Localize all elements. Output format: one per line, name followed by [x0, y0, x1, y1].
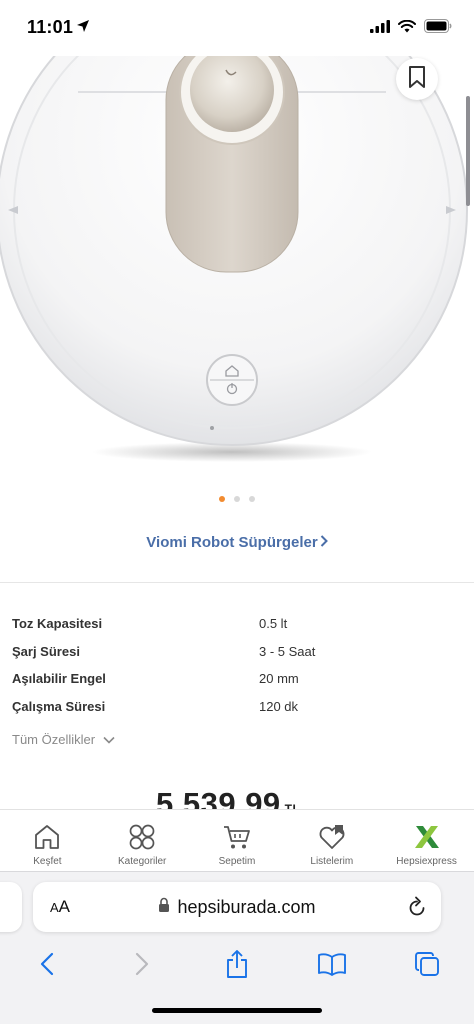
- chevron-down-icon: [103, 732, 115, 747]
- tabs-button[interactable]: [379, 946, 474, 986]
- share-button[interactable]: [190, 946, 285, 986]
- bookmark-button[interactable]: [396, 58, 438, 100]
- cart-icon: [222, 822, 252, 852]
- robot-vacuum-illustration: [0, 56, 468, 462]
- spec-row: Aşılabilir Engel 20 mm: [12, 665, 452, 693]
- wifi-icon: [398, 19, 416, 38]
- tab-label: Sepetim: [218, 856, 256, 867]
- book-icon: [317, 952, 347, 981]
- pagination-dot[interactable]: [249, 496, 255, 502]
- categories-icon: [127, 822, 157, 852]
- reload-icon[interactable]: [407, 896, 427, 923]
- spec-label: Toz Kapasitesi: [12, 616, 103, 632]
- share-icon: [225, 949, 249, 984]
- battery-icon: [424, 19, 452, 38]
- chevron-left-icon: [40, 952, 54, 981]
- tab-label: Listelerim: [310, 856, 354, 867]
- status-time: 11:01: [27, 17, 74, 37]
- pagination-dot-active[interactable]: [219, 496, 225, 502]
- spec-value: 3 - 5 Saat: [259, 643, 316, 659]
- spec-label: Çalışma Süresi: [12, 698, 106, 714]
- spec-row: Çalışma Süresi 120 dk: [12, 693, 452, 721]
- brand-link-label: Viomi Robot Süpürgeler: [146, 534, 318, 551]
- status-indicators: [370, 19, 452, 38]
- tab-kategoriler[interactable]: Kategoriler: [95, 810, 190, 871]
- spec-label: Şarj Süresi: [12, 643, 80, 659]
- tab-label: Kategoriler: [118, 856, 167, 867]
- previous-tab-preview[interactable]: [0, 882, 22, 932]
- product-image[interactable]: [0, 56, 474, 476]
- spec-value: 20 mm: [259, 671, 299, 687]
- url-display: hepsiburada.com: [33, 897, 441, 918]
- tab-label: Hepsiexpress: [396, 856, 457, 867]
- location-arrow-icon: [76, 19, 90, 38]
- spec-label: Aşılabilir Engel: [12, 671, 106, 687]
- address-bar[interactable]: AA hepsiburada.com: [33, 882, 441, 932]
- browser-chrome: AA hepsiburada.com: [0, 871, 474, 1024]
- bookmarks-button[interactable]: [284, 946, 379, 986]
- spec-value: 0.5 lt: [259, 616, 288, 632]
- tab-sepetim[interactable]: Sepetim: [190, 810, 285, 871]
- tab-label: Keşfet: [33, 856, 62, 867]
- status-bar: 11:01: [0, 0, 474, 56]
- lock-icon: [158, 897, 170, 918]
- bookmark-icon: [408, 65, 426, 94]
- signal-icon: [370, 19, 390, 38]
- home-icon: [32, 822, 62, 852]
- scroll-indicator[interactable]: [466, 96, 470, 206]
- tabs-overview-icon: [414, 951, 440, 982]
- all-features-toggle[interactable]: Tüm Özellikler: [12, 732, 115, 747]
- pagination-dot[interactable]: [234, 496, 240, 502]
- section-divider: [0, 582, 474, 583]
- brand-link[interactable]: Viomi Robot Süpürgeler: [0, 534, 474, 551]
- spec-list: Toz Kapasitesi 0.5 lt Şarj Süresi 3 - 5 …: [12, 610, 452, 720]
- hepsiexpress-logo-icon: [412, 822, 442, 852]
- spec-row: Toz Kapasitesi 0.5 lt: [12, 610, 452, 638]
- home-indicator[interactable]: [152, 1008, 322, 1013]
- url-text: hepsiburada.com: [177, 897, 316, 917]
- chevron-right-icon: [135, 952, 149, 981]
- back-button[interactable]: [0, 946, 95, 986]
- spec-value: 120 dk: [259, 698, 299, 714]
- image-pagination-dots: [0, 496, 474, 502]
- tab-listelerim[interactable]: Listelerim: [284, 810, 379, 871]
- tab-kesfet[interactable]: Keşfet: [0, 810, 95, 871]
- all-features-label: Tüm Özellikler: [12, 732, 96, 747]
- heart-list-icon: [317, 822, 347, 852]
- app-tab-bar: Keşfet Kategoriler Sepetim Listelerim He…: [0, 809, 474, 871]
- tab-hepsiexpress[interactable]: Hepsiexpress: [379, 810, 474, 871]
- spec-row: Şarj Süresi 3 - 5 Saat: [12, 638, 452, 666]
- browser-toolbar: [0, 946, 474, 986]
- forward-button[interactable]: [95, 946, 190, 986]
- chevron-right-icon: [320, 534, 328, 551]
